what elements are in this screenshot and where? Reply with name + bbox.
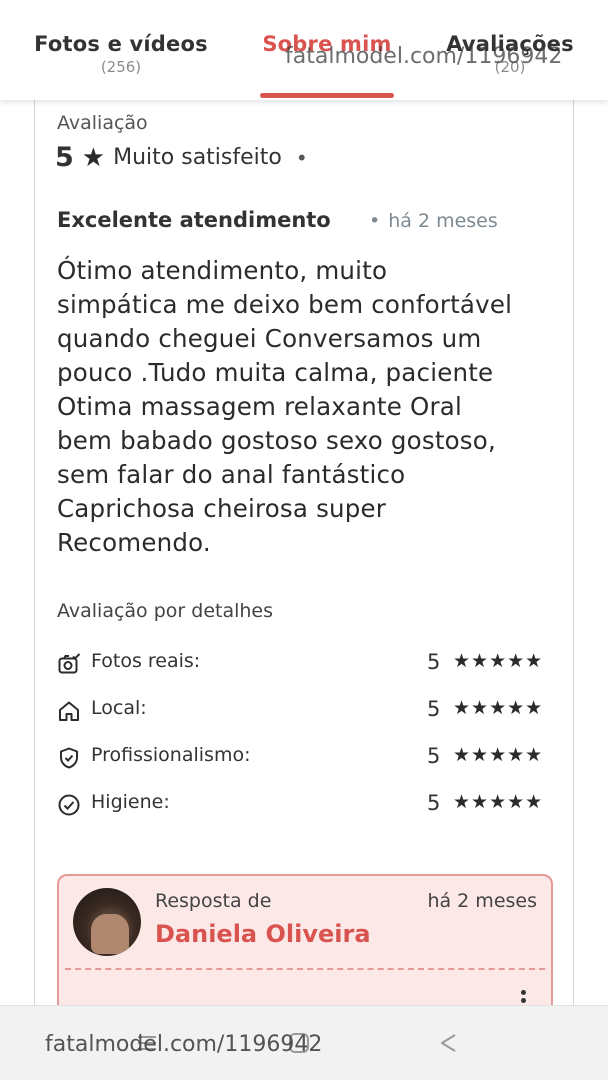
- camera-check-icon: [58, 653, 81, 674]
- separator-dot: •: [369, 210, 381, 232]
- detail-row-fotos-reais: Fotos reais: 5 ★★★★★: [57, 650, 555, 680]
- active-tab-indicator: [260, 93, 394, 98]
- reply-date: há 2 meses: [427, 890, 537, 912]
- detail-label: Fotos reais:: [91, 650, 201, 672]
- detail-score: 5: [427, 650, 441, 674]
- tab-count: (256): [100, 58, 142, 76]
- detail-label: Local:: [91, 697, 147, 719]
- separator-dot: •: [295, 145, 308, 170]
- tab-fotos-videos[interactable]: Fotos e vídeos (256): [30, 32, 212, 76]
- star-rating-icon: ★★★★★: [453, 791, 544, 813]
- rating-score: 5: [55, 142, 74, 173]
- review-body: Ótimo atendimento, muito simpática me de…: [57, 254, 563, 560]
- back-icon[interactable]: [434, 1028, 464, 1058]
- reply-author-name[interactable]: Daniela Oliveira: [155, 920, 371, 948]
- review-body-line: Otima massagem relaxante Oral: [57, 392, 462, 421]
- star-rating-icon: ★★★★★: [453, 650, 544, 672]
- detail-row-local: Local: 5 ★★★★★: [57, 697, 555, 727]
- review-body-line: Caprichosa cheirosa super: [57, 494, 387, 523]
- detail-label: Higiene:: [91, 791, 170, 813]
- review-body-line: bem babado gostoso sexo gostoso,: [57, 426, 496, 455]
- avatar[interactable]: [73, 888, 141, 956]
- overall-rating: 5 ★ Muito satisfeito •: [55, 142, 308, 173]
- home-icon: [59, 701, 79, 721]
- divider: [65, 968, 545, 970]
- rating-text: Muito satisfeito: [113, 145, 282, 170]
- review-body-line: Recomendo.: [57, 528, 211, 557]
- review-card: Avaliação 5 ★ Muito satisfeito • Excelen…: [34, 90, 574, 1034]
- detail-row-higiene: Higiene: 5 ★★★★★: [57, 791, 555, 821]
- rating-section-label: Avaliação: [57, 112, 148, 134]
- detail-label: Profissionalismo:: [91, 744, 251, 766]
- star-icon: ★: [81, 142, 106, 173]
- detail-score: 5: [427, 791, 441, 815]
- review-body-line: quando cheguei Conversamos um: [57, 324, 482, 353]
- shield-check-icon: [60, 747, 78, 769]
- tab-label: Fotos e vídeos: [34, 32, 208, 56]
- review-body-line: pouco .Tudo muita calma, paciente: [57, 358, 494, 387]
- detail-score: 5: [427, 697, 441, 721]
- star-rating-icon: ★★★★★: [453, 744, 544, 766]
- review-date-text: há 2 meses: [388, 210, 498, 232]
- reply-from-label: Resposta de: [155, 890, 272, 912]
- watermark-top: fatalmodel.com/1196942: [285, 44, 563, 69]
- watermark-bottom: fatalmodel.com/1196942: [45, 1032, 323, 1057]
- review-body-line: simpática me deixo bem confortável: [57, 290, 513, 319]
- star-rating-icon: ★★★★★: [453, 697, 544, 719]
- review-date: • há 2 meses: [369, 210, 498, 232]
- detail-score: 5: [427, 744, 441, 768]
- details-title: Avaliação por detalhes: [57, 600, 274, 622]
- review-body-line: sem falar do anal fantástico: [57, 460, 406, 489]
- detail-row-profissionalismo: Profissionalismo: 5 ★★★★★: [57, 744, 555, 774]
- check-circle-icon: [58, 794, 80, 816]
- review-body-line: Ótimo atendimento, muito: [57, 256, 388, 285]
- review-title: Excelente atendimento: [57, 208, 331, 232]
